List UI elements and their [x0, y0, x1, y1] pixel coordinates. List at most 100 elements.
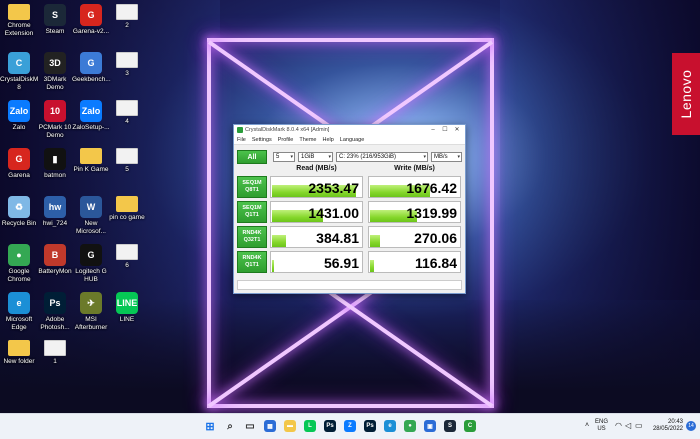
test-queue: Q1T1	[245, 212, 259, 218]
desktop-icon[interactable]: ▮ batmon	[36, 148, 74, 180]
drive-value: C: 23% (216/953GiB)	[339, 154, 397, 160]
volume-icon[interactable]: ◁	[625, 421, 631, 430]
file-icon	[116, 4, 138, 20]
photoshop-icon: Ps	[44, 292, 66, 314]
desktop-icon[interactable]: G Geekbench...	[72, 52, 111, 84]
test-queue: Q1T1	[245, 262, 259, 268]
test-button[interactable]: SEQ1M Q1T1	[237, 201, 267, 223]
desktop-icon[interactable]: 3D 3DMark Demo	[36, 52, 74, 91]
wifi-icon[interactable]: ◠	[615, 421, 622, 430]
desktop-icon[interactable]: New folder	[0, 340, 38, 366]
desktop-icon[interactable]: G Garena	[0, 148, 38, 180]
windows-start-icon[interactable]: ⊞	[204, 420, 216, 433]
task-view-icon[interactable]: ▭	[244, 420, 256, 432]
desktop-icon[interactable]: Chrome Extension	[0, 4, 38, 37]
desktop-icon[interactable]: 10 PCMark 10 Demo	[36, 100, 74, 139]
desktop-icon[interactable]: C CrystalDiskM 8	[0, 52, 38, 91]
chevron-down-icon: ▾	[457, 154, 460, 160]
desktop-icon[interactable]: LINE LINE	[108, 292, 146, 324]
desktop-icon[interactable]: W New Microsof...	[72, 196, 110, 235]
count-select[interactable]: 5 ▾	[273, 152, 295, 162]
menu-file[interactable]: File	[237, 137, 246, 143]
neon-line	[207, 404, 494, 408]
unit-value: MB/s	[434, 154, 448, 160]
close-button[interactable]: ✕	[451, 125, 463, 135]
notification-badge[interactable]: 14	[686, 421, 696, 431]
result-row: SEQ1M Q8T1 2353.47 1676.42	[237, 176, 462, 198]
file-explorer-icon[interactable]: ▬	[284, 420, 296, 432]
zalo-icon[interactable]: Z	[344, 420, 356, 432]
test-name: RND4K	[242, 255, 262, 261]
desktop-icon[interactable]: Pin K Game	[72, 148, 110, 174]
edge-icon[interactable]: e	[384, 420, 396, 432]
test-button[interactable]: RND4K Q1T1	[237, 251, 267, 273]
chrome-icon[interactable]: ●	[404, 420, 416, 432]
desktop-icon[interactable]: B BatteryMon	[36, 244, 74, 276]
unit-select[interactable]: MB/s ▾	[431, 152, 462, 162]
desktop-icon[interactable]: e Microsoft Edge	[0, 292, 38, 331]
desktop-icon[interactable]: 5	[108, 148, 146, 174]
search-icon[interactable]: ⌕	[224, 420, 236, 432]
clock-date: 28/05/2022	[652, 426, 683, 432]
language-indicator[interactable]: ENG US	[595, 419, 608, 433]
desktop-icon-label: PCMark 10 Demo	[38, 124, 72, 139]
desktop-icon-label: 1	[53, 358, 57, 365]
desktop-icon[interactable]: 1	[36, 340, 74, 366]
desktop-icon[interactable]: hw hwi_724	[36, 196, 74, 228]
steam-icon[interactable]: S	[444, 420, 456, 432]
desktop-icon[interactable]: 2	[108, 4, 146, 30]
read-bar	[272, 260, 274, 272]
afterburner-icon: ✈	[80, 292, 102, 314]
file-icon	[116, 100, 138, 116]
desktop-icon[interactable]: Zalo Zalo	[0, 100, 38, 132]
menu-theme[interactable]: Theme	[299, 137, 316, 143]
widgets-icon[interactable]: ▦	[264, 420, 276, 432]
file-icon	[116, 244, 138, 260]
size-select[interactable]: 1GiB ▾	[298, 152, 333, 162]
chevron-up-icon[interactable]: ˄	[585, 422, 589, 429]
drive-select[interactable]: C: 23% (216/953GiB) ▾	[336, 152, 428, 162]
desktop-icon[interactable]: G Logitech G HUB	[72, 244, 110, 283]
folder-icon	[116, 196, 138, 212]
desktop-icon[interactable]: pin co game	[108, 196, 146, 222]
desktop: Lenovo Chrome Extension S Steam G Garena-v2.…	[0, 0, 700, 413]
title-bar[interactable]: CrystalDiskMark 8.0.4 x64 [Admin] – ☐ ✕	[234, 125, 465, 135]
lenovo-text: Lenovo	[678, 69, 694, 119]
clock[interactable]: 20:43 28/05/2022	[645, 419, 683, 433]
desktop-icon[interactable]: 6	[108, 244, 146, 270]
read-value: 1431.00	[308, 205, 359, 221]
run-all-button[interactable]: All	[237, 150, 267, 164]
battery-icon[interactable]: ▭	[635, 421, 643, 430]
photoshop-icon-2[interactable]: Ps	[364, 420, 376, 432]
menu-language[interactable]: Language	[340, 137, 364, 143]
maximize-button[interactable]: ☐	[439, 125, 451, 135]
desktop-icon-label: Garena-v2...	[72, 28, 110, 35]
desktop-icon[interactable]: Zalo ZaloSetup-...	[72, 100, 110, 132]
result-row: RND4K Q32T1 384.81 270.06	[237, 226, 462, 248]
desktop-icon-label: Garena	[8, 172, 30, 179]
desktop-icon[interactable]: ♻ Recycle Bin	[0, 196, 38, 228]
chevron-down-icon: ▾	[328, 154, 331, 160]
desktop-icon[interactable]: S Steam	[36, 4, 74, 36]
photoshop-icon[interactable]: Ps	[324, 420, 336, 432]
file-icon	[116, 148, 138, 164]
write-value: 1319.99	[406, 205, 457, 221]
menu-profile[interactable]: Profile	[278, 137, 294, 143]
desktop-icon-label: LINE	[119, 316, 135, 323]
desktop-icon[interactable]: 3	[108, 52, 146, 78]
test-name: SEQ1M	[242, 205, 262, 211]
test-button[interactable]: RND4K Q32T1	[237, 226, 267, 248]
store-icon[interactable]: ▣	[424, 420, 436, 432]
menu-settings[interactable]: Settings	[252, 137, 272, 143]
desktop-icon[interactable]: G Garena-v2...	[72, 4, 110, 36]
minimize-button[interactable]: –	[427, 125, 439, 135]
menu-help[interactable]: Help	[322, 137, 333, 143]
desktop-icon[interactable]: ✈ MSI Afterburner	[72, 292, 110, 331]
line-icon[interactable]: L	[304, 420, 316, 432]
test-name: RND4K	[242, 230, 262, 236]
cdm-taskbar-icon[interactable]: C	[464, 420, 476, 432]
test-button[interactable]: SEQ1M Q8T1	[237, 176, 267, 198]
desktop-icon[interactable]: ● Google Chrome	[0, 244, 38, 283]
desktop-icon[interactable]: 4	[108, 100, 146, 126]
desktop-icon[interactable]: Ps Adobe Photosh...	[36, 292, 74, 331]
